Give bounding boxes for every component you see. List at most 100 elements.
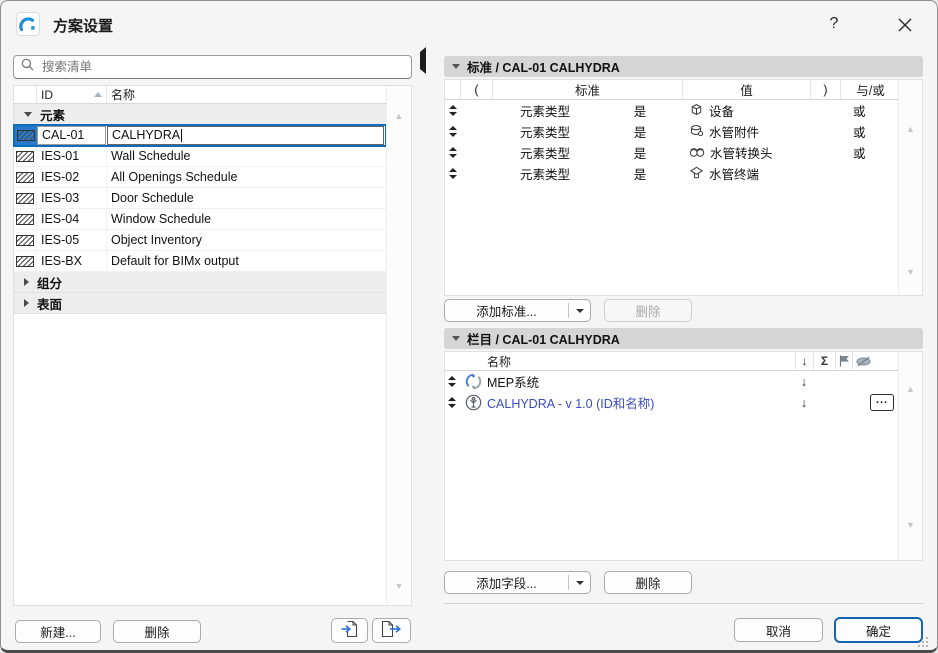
schedule-row[interactable]: IES-04 Window Schedule	[14, 209, 386, 230]
search-box[interactable]	[13, 55, 412, 79]
group-row-surfaces[interactable]: 表面	[14, 293, 386, 314]
scroll-up-icon[interactable]: ▲	[387, 112, 411, 121]
criteria-table-header: ( 标准 值 ) 与/或	[445, 80, 898, 100]
hidden-eye-icon[interactable]	[852, 352, 873, 370]
schedule-icon	[14, 188, 37, 208]
flag-icon[interactable]	[835, 352, 852, 370]
mep-system-icon	[459, 373, 487, 390]
ok-button[interactable]: 确定	[834, 617, 923, 643]
criteria-row[interactable]: 元素类型 是 水管附件 或	[445, 121, 898, 142]
scrollbar[interactable]: ▲ ▼	[386, 86, 411, 605]
open-paren-column-header[interactable]: (	[461, 80, 493, 99]
reorder-handle-icon[interactable]	[445, 168, 461, 179]
close-paren-column-header[interactable]: )	[811, 80, 841, 99]
export-icon	[381, 620, 402, 641]
fields-table: 名称 ↓ Σ MEP系统 ↓ CAL	[444, 351, 923, 561]
field-options-button[interactable]: ...	[870, 394, 894, 411]
import-button[interactable]	[331, 618, 368, 643]
schedule-icon	[14, 125, 37, 145]
delete-schedule-button[interactable]: 删除	[113, 620, 201, 643]
pipe-transition-icon	[689, 144, 705, 162]
scroll-down-icon[interactable]: ▼	[899, 268, 922, 277]
sum-column-header[interactable]: Σ	[813, 352, 835, 370]
schedule-list-header: ID 名称	[14, 86, 386, 104]
add-field-button[interactable]: 添加字段...	[444, 571, 591, 594]
pipe-fitting-icon	[689, 123, 704, 141]
dropdown-arrow-icon[interactable]	[569, 581, 590, 585]
dialog-title: 方案设置	[53, 15, 113, 36]
criteria-row[interactable]: 元素类型 是 设备 或	[445, 100, 898, 121]
schedule-row[interactable]: IES-02 All Openings Schedule	[14, 167, 386, 188]
and-or-column-header[interactable]: 与/或	[841, 80, 900, 99]
scrollbar[interactable]: ▲ ▼	[898, 80, 922, 295]
delete-field-button[interactable]: 删除	[604, 571, 692, 594]
search-input[interactable]	[40, 59, 404, 75]
collapse-icon	[452, 64, 460, 69]
import-icon	[340, 620, 360, 641]
pipe-terminal-icon	[689, 165, 704, 183]
criteria-table: ( 标准 值 ) 与/或 元素类型 是 设备 或	[444, 79, 923, 296]
schedule-icon	[14, 251, 37, 271]
criteria-panel-header[interactable]: 标准 / CAL-01 CALHYDRA	[444, 56, 923, 77]
scroll-down-icon[interactable]: ▼	[899, 521, 922, 530]
id-column-header[interactable]: ID	[37, 86, 107, 103]
field-name-column-header[interactable]: 名称	[487, 352, 795, 370]
scheme-settings-dialog: 方案设置 ? ID 名称 元素 CAL-01 CALH	[0, 0, 938, 653]
search-icon	[21, 58, 34, 76]
schedule-row-selected[interactable]: CAL-01 CALHYDRA	[14, 125, 386, 146]
footer-separator	[444, 603, 923, 604]
criteria-row[interactable]: 元素类型 是 水管终端	[445, 163, 898, 184]
expanded-icon	[24, 112, 32, 117]
scroll-up-icon[interactable]: ▲	[899, 385, 922, 394]
collapsed-icon	[24, 299, 29, 307]
schedule-icon	[14, 167, 37, 187]
reorder-handle-icon[interactable]	[445, 147, 461, 158]
schedule-icon	[14, 230, 37, 250]
collapse-icon	[452, 336, 460, 341]
field-row[interactable]: MEP系统 ↓	[445, 371, 898, 392]
collapsed-icon	[24, 278, 29, 286]
schedule-row[interactable]: IES-BX Default for BIMx output	[14, 251, 386, 272]
property-tree-icon	[459, 394, 487, 411]
scroll-up-icon[interactable]: ▲	[899, 125, 922, 134]
help-button[interactable]: ?	[823, 12, 845, 36]
cancel-button[interactable]: 取消	[734, 618, 823, 642]
schedule-list: ID 名称 元素 CAL-01 CALHYDRA IES-01 Wall Sch…	[13, 85, 412, 606]
name-column-header[interactable]: 名称	[107, 86, 386, 103]
sort-column-header[interactable]: ↓	[795, 352, 813, 370]
fields-table-header: 名称 ↓ Σ	[445, 352, 898, 371]
schedule-icon	[14, 146, 37, 166]
resize-grip[interactable]	[917, 635, 929, 653]
close-icon[interactable]	[892, 13, 918, 37]
reorder-handle-icon[interactable]	[445, 105, 461, 116]
id-cell-editable[interactable]: CAL-01	[37, 126, 106, 145]
icon-column-header	[14, 86, 37, 103]
name-edit-field[interactable]: CALHYDRA	[107, 126, 384, 145]
scrollbar[interactable]: ▲ ▼	[898, 352, 922, 560]
panel-splitter-icon[interactable]	[420, 52, 426, 70]
reorder-handle-icon[interactable]	[445, 376, 459, 387]
dropdown-arrow-icon[interactable]	[569, 309, 590, 313]
text-caret	[181, 129, 182, 142]
sort-ascending-icon	[94, 92, 102, 97]
app-logo-icon	[16, 12, 40, 36]
schedule-icon	[14, 209, 37, 229]
reorder-handle-icon[interactable]	[445, 126, 461, 137]
schedule-row[interactable]: IES-05 Object Inventory	[14, 230, 386, 251]
new-button[interactable]: 新建...	[15, 620, 101, 643]
delete-criteria-button: 删除	[604, 299, 692, 322]
schedule-row[interactable]: IES-03 Door Schedule	[14, 188, 386, 209]
value-column-header[interactable]: 值	[683, 80, 811, 99]
equipment-icon	[689, 102, 704, 120]
group-row-components[interactable]: 组分	[14, 272, 386, 293]
criteria-column-header[interactable]: 标准	[493, 80, 683, 99]
schedule-row[interactable]: IES-01 Wall Schedule	[14, 146, 386, 167]
add-criteria-button[interactable]: 添加标准...	[444, 299, 591, 322]
criteria-row[interactable]: 元素类型 是 水管转换头 或	[445, 142, 898, 163]
group-row-elements[interactable]: 元素	[14, 104, 386, 125]
scroll-down-icon[interactable]: ▼	[387, 582, 411, 591]
field-row[interactable]: CALHYDRA - v 1.0 (ID和名称) ↓ ...	[445, 392, 898, 413]
reorder-handle-icon[interactable]	[445, 397, 459, 408]
export-button[interactable]	[372, 618, 411, 643]
fields-panel-header[interactable]: 栏目 / CAL-01 CALHYDRA	[444, 328, 923, 349]
